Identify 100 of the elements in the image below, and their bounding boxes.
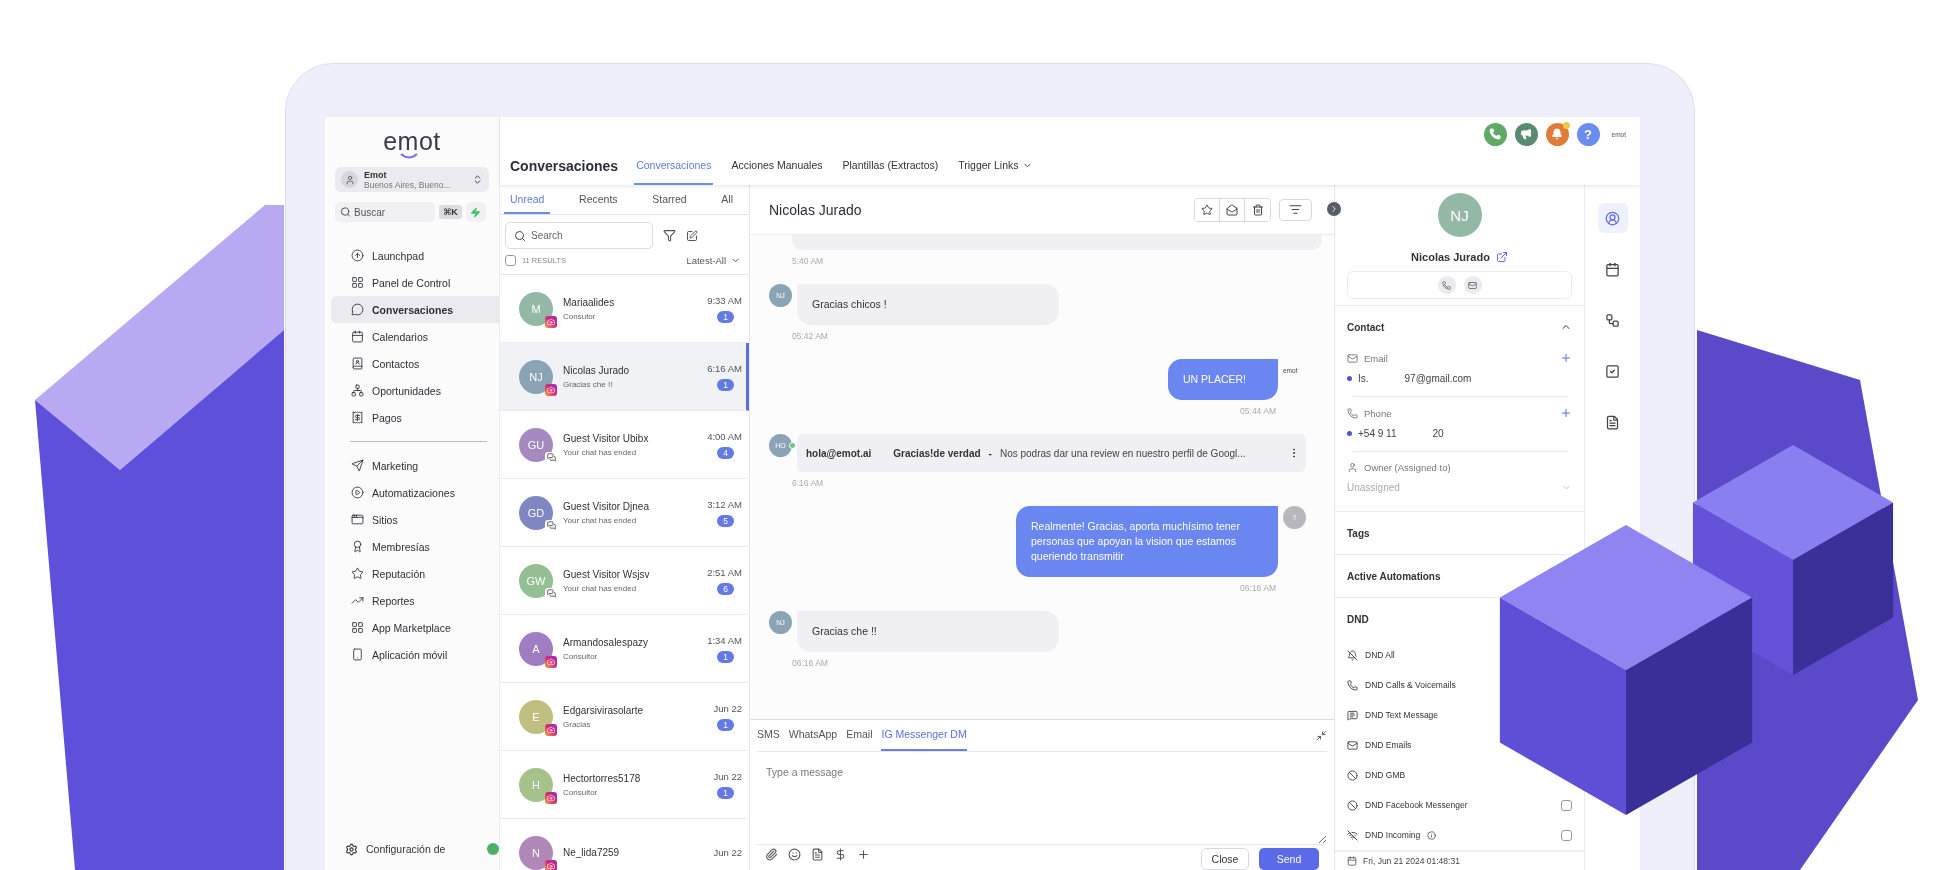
megaphone-button[interactable] — [1514, 122, 1538, 146]
nav-item[interactable]: Membresías — [331, 533, 499, 560]
add-icon[interactable] — [1560, 352, 1572, 364]
channel-tab[interactable]: IG Messenger DM — [881, 720, 967, 751]
nav-item[interactable]: Contactos — [331, 350, 499, 377]
nav-item[interactable]: Conversaciones — [331, 296, 499, 323]
timestamp: Fri, Jun 21 2024 01:48:31 — [1363, 856, 1460, 866]
field-value: 97@gmail.com — [1404, 373, 1472, 384]
dnd-option: DND GMB — [1365, 770, 1406, 780]
channel-tab[interactable]: WhatsApp — [788, 720, 838, 751]
compose-button[interactable] — [686, 229, 698, 242]
search-field[interactable]: Search — [505, 222, 653, 249]
pen-square-icon — [686, 229, 698, 242]
settings-item[interactable]: Configuración de — [339, 840, 452, 858]
message-preview: Your chat has ended — [563, 583, 638, 593]
message-preview: Your chat has ended — [563, 515, 638, 525]
header-tab[interactable]: Trigger Links — [956, 147, 1035, 185]
nav-item[interactable]: Marketing — [331, 452, 499, 479]
mail-icon — [1468, 280, 1477, 290]
collapse-button[interactable] — [1316, 729, 1327, 741]
unread-count: 4 — [717, 446, 734, 459]
nav-item[interactable]: Reputación — [331, 560, 499, 587]
section-title[interactable]: Active Automations — [1347, 570, 1441, 582]
filter-button[interactable] — [663, 229, 676, 242]
nav-item[interactable]: Reportes — [331, 587, 499, 614]
header-tab[interactable]: Plantillas (Extractos) — [840, 147, 941, 185]
avatar: N — [519, 835, 553, 870]
filter-tab[interactable]: All — [715, 185, 739, 214]
user-circle-icon — [1605, 210, 1620, 226]
blocked-icon — [1347, 769, 1358, 781]
nav-item[interactable]: App Marketplace — [331, 614, 499, 641]
dnd-option: DND All — [1365, 650, 1395, 660]
channel-tab[interactable]: SMS — [757, 720, 780, 751]
unread-count: 5 — [717, 514, 734, 527]
nav-item[interactable]: Calendarios — [331, 323, 499, 350]
smile-icon[interactable] — [788, 848, 801, 861]
message-preview: Gracias che !! — [563, 379, 614, 389]
avatar: GD — [519, 495, 553, 530]
search-icon — [340, 206, 351, 218]
unread-count: 1 — [717, 650, 734, 663]
dnd-option: DND Text Message — [1365, 710, 1439, 720]
channel-tab[interactable]: Email — [846, 720, 873, 751]
message-time: 4:00 AM — [707, 430, 742, 442]
filter-tab[interactable]: Starred — [646, 185, 693, 214]
paperclip-icon[interactable] — [765, 848, 778, 861]
wifi-off-icon — [1347, 829, 1358, 841]
message-time: Jun 22 — [713, 770, 742, 782]
notifications-button[interactable] — [1545, 122, 1569, 146]
avatar: NJ — [1437, 193, 1482, 237]
document-icon — [1605, 414, 1620, 430]
nav-item[interactable]: Pagos — [331, 404, 499, 431]
status-dot — [487, 843, 499, 855]
message-preview: Consutor — [563, 311, 597, 321]
mail-icon — [1347, 739, 1358, 751]
nav-item[interactable]: Aplicación móvil — [331, 641, 499, 668]
camera-icon — [545, 383, 557, 396]
message-time: 3:12 AM — [707, 498, 742, 510]
search-field[interactable]: Buscar — [335, 202, 435, 222]
field-label: Phone — [1364, 407, 1393, 419]
conversation-item[interactable]: NJ Nicolas Jurado Gracias che !! 6:16 AM 1 — [500, 343, 749, 411]
filter-tab[interactable]: Unread — [504, 185, 551, 214]
checkbox[interactable] — [1561, 799, 1572, 811]
send-button[interactable]: Send — [1259, 848, 1319, 870]
profile-tab[interactable] — [1597, 203, 1628, 233]
external-link-icon[interactable] — [1495, 251, 1508, 263]
star-button[interactable] — [1195, 198, 1220, 221]
shortcut-key: ⌘K — [439, 205, 462, 219]
avatar: NJ — [519, 359, 553, 394]
unread-count: 1 — [717, 310, 734, 323]
header-tab[interactable]: Acciones Manuales — [729, 147, 825, 185]
nav-item[interactable]: Panel de Control — [331, 269, 499, 296]
sort-dropdown[interactable]: Latest-All — [686, 255, 741, 266]
funnel-icon — [663, 229, 676, 242]
add-icon[interactable] — [1560, 407, 1572, 419]
nav-item[interactable]: Sitios — [331, 506, 499, 533]
workflow-icon — [1605, 312, 1620, 328]
dollar-icon[interactable] — [834, 848, 847, 861]
message-preview: Consultor — [563, 787, 599, 797]
account-switcher[interactable]: Emot Buenos Aires, Bueno... — [335, 167, 489, 192]
checkbox[interactable] — [1561, 829, 1572, 841]
star-icon — [351, 567, 364, 580]
mail-button[interactable] — [1463, 276, 1482, 294]
checkbox[interactable] — [505, 255, 516, 266]
trending-up-icon — [351, 594, 364, 607]
page-title: Conversaciones — [510, 158, 619, 174]
phone-button[interactable] — [1483, 122, 1507, 146]
chat-bubble-icon — [351, 303, 364, 316]
phone-button[interactable] — [1437, 276, 1456, 294]
close-button[interactable]: Close — [1201, 848, 1249, 870]
phone-icon — [1347, 407, 1358, 419]
plus-icon[interactable] — [857, 848, 870, 861]
document-icon[interactable] — [811, 848, 824, 861]
nav-item[interactable]: Oportunidades — [331, 377, 499, 404]
avatar: M — [519, 291, 553, 326]
nav-item[interactable]: Launchpad — [331, 242, 499, 269]
nav-item[interactable]: Automatizaciones — [331, 479, 499, 506]
section-title[interactable]: Contact — [1347, 321, 1385, 333]
user-icon — [341, 171, 358, 188]
section-title[interactable]: Tags — [1347, 527, 1370, 539]
filter-tab[interactable]: Recents — [573, 185, 624, 214]
